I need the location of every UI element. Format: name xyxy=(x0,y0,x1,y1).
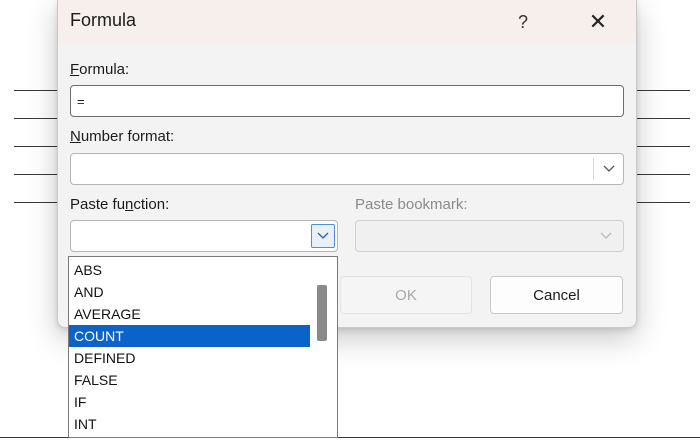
number-format-label: Number format: xyxy=(70,128,174,145)
list-item-count[interactable]: COUNT xyxy=(69,325,310,347)
ok-button-label: OK xyxy=(395,286,417,304)
paste-function-label: Paste function: xyxy=(70,196,169,213)
number-format-divider xyxy=(593,158,594,180)
listbox-scrollbar-thumb[interactable] xyxy=(317,285,327,341)
formula-label-text: ormula: xyxy=(79,61,130,78)
document-line xyxy=(628,174,690,175)
list-item-false[interactable]: FALSE xyxy=(69,369,310,391)
dialog-title: Formula xyxy=(70,10,137,30)
formula-input[interactable]: = xyxy=(70,85,624,117)
chevron-down-icon[interactable] xyxy=(311,224,335,248)
list-item-defined[interactable]: DEFINED xyxy=(69,347,310,369)
paste-function-label-post: ction: xyxy=(133,196,170,213)
number-format-combobox[interactable] xyxy=(70,153,624,185)
document-line xyxy=(628,146,690,147)
help-icon: ? xyxy=(517,11,528,32)
list-item-average[interactable]: AVERAGE xyxy=(69,303,310,325)
chevron-down-icon[interactable] xyxy=(594,224,618,248)
close-button[interactable]: ✕ xyxy=(578,6,618,38)
paste-bookmark-label: Paste bookmark: xyxy=(355,196,468,213)
cancel-button-label: Cancel xyxy=(533,286,580,304)
formula-label: Formula: xyxy=(70,61,129,78)
help-button[interactable]: ? xyxy=(504,6,542,38)
document-line xyxy=(628,90,690,91)
number-format-label-text: umber format: xyxy=(80,128,175,145)
formula-input-value: = xyxy=(77,93,85,109)
list-item-if[interactable]: IF xyxy=(69,391,310,413)
paste-function-combobox[interactable] xyxy=(70,220,338,252)
paste-bookmark-combobox[interactable] xyxy=(355,220,624,252)
list-item-int[interactable]: INT xyxy=(69,413,310,435)
dialog-titlebar: Formula ? ✕ xyxy=(58,0,636,44)
cancel-button[interactable]: Cancel xyxy=(490,276,623,314)
document-line xyxy=(628,118,690,119)
list-item-and[interactable]: AND xyxy=(69,281,310,303)
formula-label-mnemonic: F xyxy=(70,61,80,78)
list-item-abs[interactable]: ABS xyxy=(69,259,310,281)
document-line xyxy=(628,202,690,203)
chevron-down-icon[interactable] xyxy=(597,157,621,181)
paste-function-listbox[interactable]: ABS AND AVERAGE COUNT DEFINED FALSE IF I… xyxy=(68,256,338,438)
close-icon: ✕ xyxy=(588,9,608,34)
number-format-label-mnemonic: N xyxy=(70,128,81,145)
ok-button[interactable]: OK xyxy=(340,276,472,314)
paste-function-label-pre: Paste fu xyxy=(70,196,126,213)
